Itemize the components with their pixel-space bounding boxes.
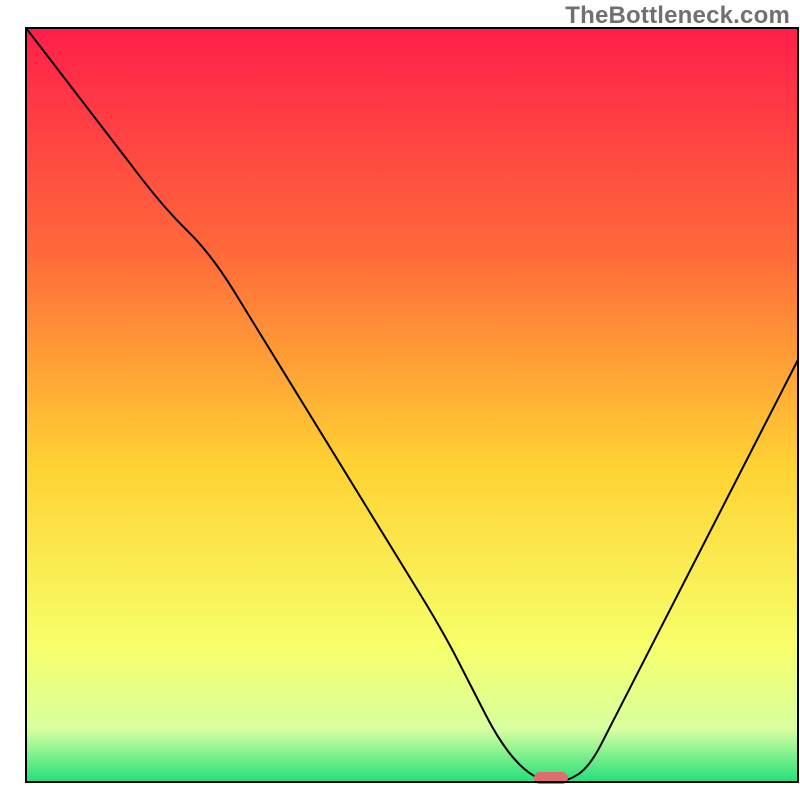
bottleneck-chart: TheBottleneck.com	[0, 0, 800, 800]
chart-canvas	[0, 0, 800, 800]
plot-background	[26, 28, 798, 782]
watermark-text: TheBottleneck.com	[565, 2, 790, 30]
